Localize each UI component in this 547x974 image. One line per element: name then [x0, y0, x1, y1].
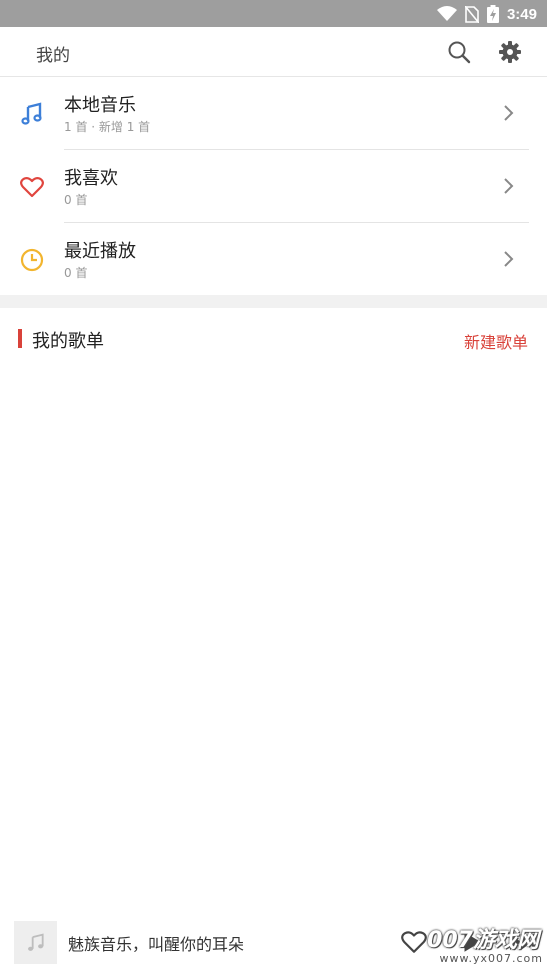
app-bar: 我的: [0, 27, 547, 77]
no-sim-icon: [464, 5, 479, 23]
chevron-right-icon: [504, 178, 514, 194]
menu-item-subtitle: 1 首 · 新增 1 首: [64, 120, 151, 134]
chevron-right-icon: [504, 105, 514, 121]
battery-charging-icon: [486, 5, 499, 23]
mini-player[interactable]: 魅族音乐，叫醒你的耳朵: [0, 912, 547, 974]
menu-item-subtitle: 0 首: [64, 266, 88, 280]
album-art: [14, 921, 57, 964]
heart-icon: [19, 174, 45, 200]
status-bar: 3:49: [0, 0, 547, 27]
wifi-icon: [436, 6, 457, 21]
menu-item-title: 本地音乐: [64, 95, 136, 116]
search-button[interactable]: [446, 39, 472, 65]
settings-gear-icon: [499, 41, 521, 63]
section-separator: [0, 295, 547, 308]
menu-item-title: 最近播放: [64, 241, 136, 262]
now-playing-text: 魅族音乐，叫醒你的耳朵: [68, 935, 245, 954]
playlists-header: 我的歌单 新建歌单: [0, 308, 547, 368]
clock-icon: [19, 247, 45, 273]
chevron-right-icon: [504, 251, 514, 267]
menu-item-favorites[interactable]: 我喜欢 0 首: [0, 150, 547, 223]
library-menu: 本地音乐 1 首 · 新增 1 首 我喜欢 0 首 最近播放 0 首: [0, 77, 547, 296]
menu-item-local-music[interactable]: 本地音乐 1 首 · 新增 1 首: [0, 77, 547, 150]
menu-item-subtitle: 0 首: [64, 193, 88, 207]
music-note-icon: [27, 932, 44, 951]
menu-item-recent[interactable]: 最近播放 0 首: [0, 223, 547, 296]
status-time: 3:49: [506, 5, 537, 23]
search-icon: [448, 41, 471, 64]
section-accent-bar: [18, 329, 22, 348]
heart-outline-icon[interactable]: [401, 929, 427, 955]
next-icon[interactable]: [508, 929, 536, 955]
music-note-icon: [19, 101, 45, 127]
play-icon[interactable]: [458, 929, 484, 955]
status-icons: 3:49: [436, 4, 537, 24]
section-title: 我的歌单: [32, 331, 104, 352]
menu-item-title: 我喜欢: [64, 168, 118, 189]
new-playlist-button[interactable]: 新建歌单: [464, 329, 528, 353]
settings-button[interactable]: [497, 39, 523, 65]
page-title: 我的: [36, 46, 70, 66]
